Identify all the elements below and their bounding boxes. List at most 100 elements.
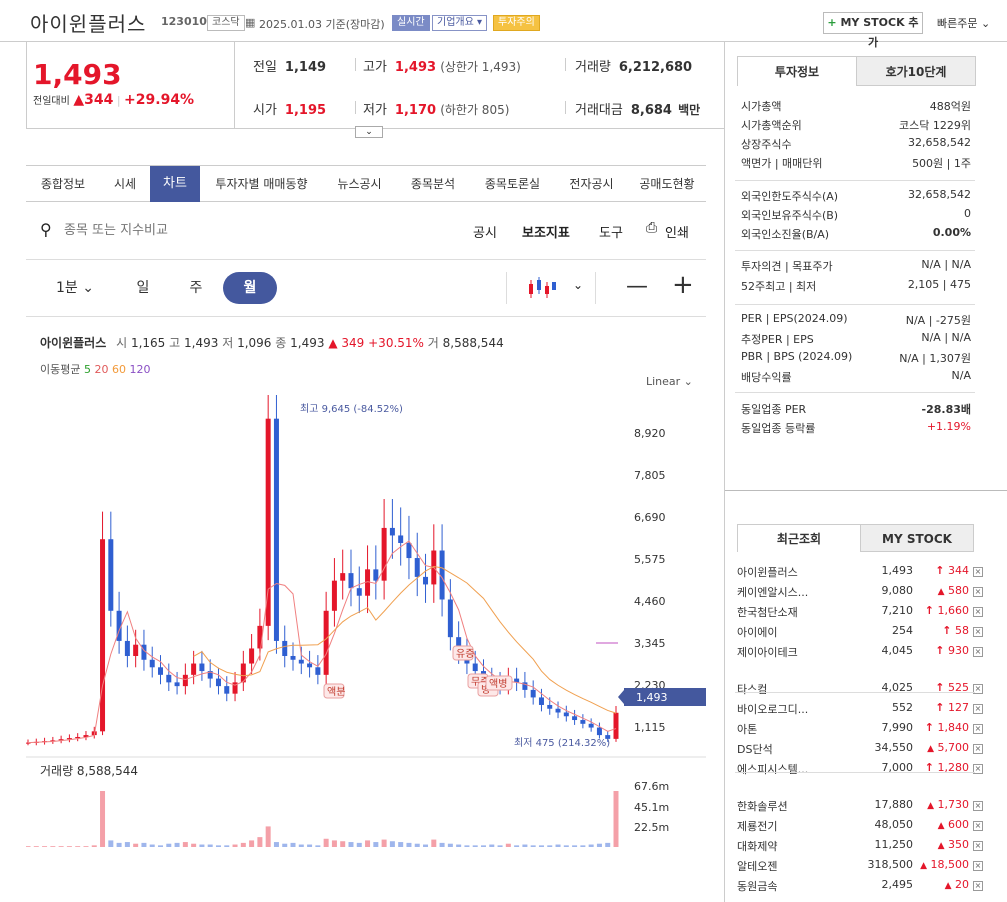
print-icon[interactable]: ⎙ [646,220,657,236]
candle [199,663,205,672]
tab-invest-info[interactable]: 투자정보 [737,56,857,86]
print-tool[interactable]: 인쇄 [665,222,689,241]
info-row: PER | EPS(2024.09) N/A | -275원 [741,312,971,327]
realtime-badge[interactable]: 실시간 [392,15,430,31]
volume-bar [257,837,263,847]
candle [158,667,164,675]
stat-volume: 거래량 6,212,680 [575,60,693,75]
volume-bar [141,842,147,847]
tab-analysis[interactable]: 종목분석 [396,166,470,202]
tab-quote[interactable]: 시세 [100,166,150,202]
tab-mystock[interactable]: MY STOCK [860,524,974,552]
remove-icon[interactable]: × [973,861,983,871]
volume-bar [182,842,188,847]
zoom-out-icon[interactable]: — [626,274,648,299]
add-mystock-button[interactable]: + MY STOCK 추가 [823,12,923,49]
indicator-tool[interactable]: 보조지표 [522,222,570,241]
volume-bar [406,842,412,847]
candle [472,663,478,672]
price-chart[interactable]: 8,9207,8056,6905,5754,4603,3452,2301,115… [26,395,706,855]
volume-bar [315,845,321,847]
info-row: 52주최고 | 최저 2,105 | 475 [741,278,971,293]
tab-investor[interactable]: 투자자별 매매동향 [200,166,323,202]
event-label: 유증 [456,648,474,660]
candle [538,697,544,705]
chart-type-dropdown[interactable]: ⌄ [506,272,596,304]
volume-bar [348,842,354,847]
candle [572,716,578,721]
remove-icon[interactable]: × [973,627,983,637]
remove-icon[interactable]: × [973,724,983,734]
up-arrow-icon: ▲ [944,881,952,891]
recent-item[interactable]: 한화솔루션 17,880 ▲ 1,730 × [737,798,983,816]
chart-ohlc-info: 아이윈플러스 시 1,165 고 1,493 저 1,096 종 1,493 ▲… [40,336,504,350]
recent-item[interactable]: 케이엔알시스... 9,080 ▲ 580 × [737,584,983,602]
tab-orderbook[interactable]: 호가10단계 [856,56,976,86]
candle [555,708,561,713]
tab-discussion[interactable]: 종목토론실 [470,166,555,202]
x-tick-label: 2022 [427,854,455,855]
info-row: 배당수익률 N/A [741,369,971,384]
recent-item[interactable]: 아이윈플러스 1,493 ↑ 344 × [737,564,983,582]
remove-icon[interactable]: × [973,801,983,811]
volume-bar [133,843,139,847]
remove-icon[interactable]: × [973,647,983,657]
tab-summary[interactable]: 종합정보 [26,166,100,202]
remove-icon[interactable]: × [973,567,983,577]
remove-icon[interactable]: × [973,881,983,891]
tab-chart[interactable]: 차트 [150,166,200,202]
compare-search-input[interactable] [64,219,324,241]
recent-item[interactable]: 타스컴 4,025 ↑ 525 × [737,681,983,699]
volume-bar [249,840,255,847]
period-week[interactable]: 주 [171,272,221,304]
recent-item[interactable]: 바이오로그디... 552 ↑ 127 × [737,701,983,719]
candle [298,659,304,664]
scale-dropdown[interactable]: Linear ⌄ [646,375,693,388]
remove-icon[interactable]: × [973,607,983,617]
remove-icon[interactable]: × [973,587,983,597]
recent-item[interactable]: 한국첨단소재 7,210 ↑ 1,660 × [737,604,983,622]
zoom-in-icon[interactable]: + [672,270,694,300]
search-icon[interactable]: ⚲ [40,220,52,239]
tab-recent[interactable]: 최근조회 [737,524,861,552]
candle [423,576,429,585]
tab-news[interactable]: 뉴스공시 [323,166,396,202]
volume-bar [447,843,453,847]
expand-chevron-icon[interactable]: ⌄ [355,126,383,138]
candle [174,682,180,687]
period-minute-dropdown[interactable]: 1분 ⌄ [40,272,110,304]
disclosure-tool[interactable]: 공시 [473,222,497,241]
recent-item[interactable]: 알테오젠 318,500 ▲ 18,500 × [737,858,983,876]
tab-short[interactable]: 공매도현황 [628,166,706,202]
candle [414,558,420,577]
volume-bar [290,842,296,847]
volume-bar [605,842,611,847]
remove-icon[interactable]: × [973,821,983,831]
recent-item[interactable]: 대화제약 11,250 ▲ 350 × [737,838,983,856]
tab-disclosure[interactable]: 전자공시 [555,166,628,202]
market-badge: 코스닥 [207,15,245,31]
svg-text:1,493: 1,493 [636,691,668,704]
recent-item[interactable]: DS단석 34,550 ▲ 5,700 × [737,741,983,759]
volume-tick-label: 45.1m [634,801,669,814]
volume-bar [58,846,64,847]
recent-item[interactable]: 에스피시스템... 7,000 ↑ 1,280 × [737,761,983,779]
recent-item[interactable]: 아이에이 254 ↑ 58 × [737,624,983,642]
remove-icon[interactable]: × [973,744,983,754]
company-overview-dropdown[interactable]: 기업개요 ▾ [432,15,488,31]
drawing-tool[interactable]: 도구 [599,222,623,241]
chevron-down-icon: ⌄ [980,17,991,30]
remove-icon[interactable]: × [973,841,983,851]
recent-item[interactable]: 제이아이테크 4,045 ↑ 930 × [737,644,983,662]
recent-item[interactable]: 아톤 7,990 ↑ 1,840 × [737,721,983,739]
recent-item[interactable]: 동원금속 2,495 ▲ 20 × [737,878,983,896]
remove-icon[interactable]: × [973,704,983,714]
volume-bar [66,846,72,847]
volume-bar [166,843,172,847]
period-month[interactable]: 월 [223,272,277,304]
period-day[interactable]: 일 [118,272,168,304]
quick-order-link[interactable]: 빠른주문 ⌄ [937,15,990,31]
recent-item[interactable]: 제룡전기 48,050 ▲ 600 × [737,818,983,836]
up-arrow-icon: ↑ [935,564,945,577]
volume-bar [389,841,395,847]
